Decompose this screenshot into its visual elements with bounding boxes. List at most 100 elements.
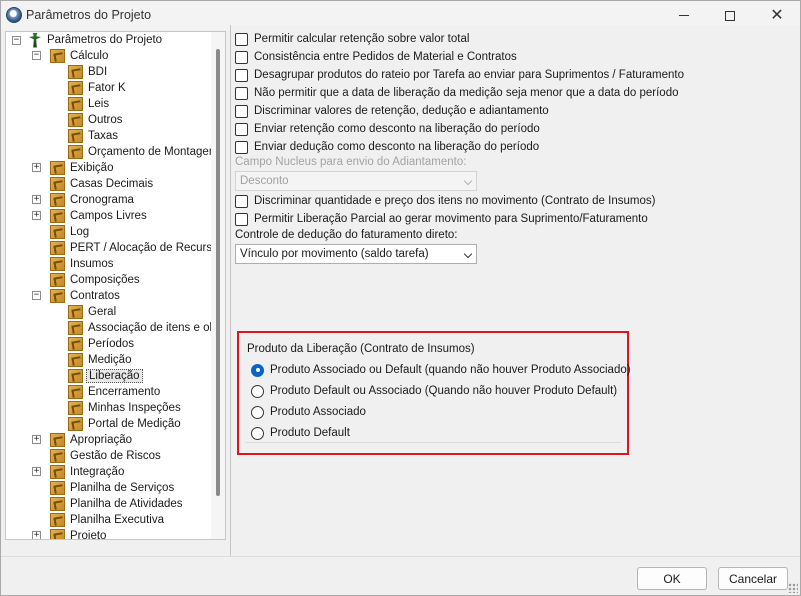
expand-icon[interactable]: + bbox=[32, 211, 41, 220]
tree-item-label: Cálculo bbox=[70, 50, 109, 62]
expand-icon[interactable]: + bbox=[32, 435, 41, 444]
parameter-folder-icon bbox=[50, 497, 65, 511]
tree-item-label: Orçamento de Montagem bbox=[88, 146, 219, 158]
tree-vertical-scrollbar[interactable] bbox=[211, 32, 225, 539]
tree-item[interactable]: PERT / Alocação de Recursos bbox=[50, 240, 225, 256]
checkbox[interactable] bbox=[235, 68, 248, 82]
checkbox[interactable] bbox=[235, 194, 248, 208]
ok-button[interactable]: OK bbox=[637, 567, 707, 590]
tree-item[interactable]: Composições bbox=[50, 272, 142, 288]
parameter-folder-icon bbox=[50, 209, 65, 223]
tree-item[interactable]: Minhas Inspeções bbox=[68, 400, 183, 416]
collapse-icon[interactable]: − bbox=[12, 35, 21, 45]
tree-item[interactable]: BDI bbox=[68, 64, 109, 80]
parameter-folder-icon bbox=[68, 81, 83, 95]
liberacao-settings-panel: Permitir calcular retenção sobre valor t… bbox=[230, 25, 800, 556]
parameter-folder-icon bbox=[50, 289, 65, 303]
expand-icon[interactable]: + bbox=[32, 163, 41, 172]
scrollbar-thumb[interactable] bbox=[216, 49, 220, 496]
option-enviar-deducao[interactable]: Enviar dedução como desconto na liberaçã… bbox=[235, 139, 539, 155]
tree-item[interactable]: Fator K bbox=[68, 80, 128, 96]
parameter-folder-icon bbox=[68, 417, 83, 431]
tree-item[interactable]: + Cronograma bbox=[32, 192, 136, 208]
parameter-folder-icon bbox=[50, 481, 65, 495]
tree-item[interactable]: Períodos bbox=[68, 336, 136, 352]
tree-item[interactable]: Orçamento de Montagem bbox=[68, 144, 220, 160]
tree-item[interactable]: Liberação bbox=[68, 368, 143, 384]
tree-item[interactable]: Associação de itens e ob bbox=[68, 320, 218, 336]
option-discriminar-valores[interactable]: Discriminar valores de retenção, dedução… bbox=[235, 103, 549, 119]
checkbox[interactable] bbox=[235, 140, 248, 154]
checkbox[interactable] bbox=[235, 212, 248, 226]
tree-item-label: Outros bbox=[88, 114, 123, 126]
tree-item[interactable]: Portal de Medição bbox=[68, 416, 183, 432]
chevron-down-icon bbox=[463, 176, 473, 186]
tree-item[interactable]: Planilha de Serviços bbox=[50, 480, 176, 496]
tree-item[interactable]: + Exibição bbox=[32, 160, 115, 176]
collapse-icon[interactable]: − bbox=[32, 291, 41, 300]
tree-item-label: Exibição bbox=[70, 162, 114, 174]
tree-item-label: BDI bbox=[88, 66, 108, 78]
expand-icon[interactable]: + bbox=[32, 195, 41, 204]
radio-associado-ou-default[interactable]: Produto Associado ou Default (quando não… bbox=[251, 361, 631, 379]
tree-item-label: Projeto bbox=[70, 530, 107, 540]
tree-item[interactable]: − Contratos bbox=[32, 288, 122, 304]
option-discriminar-quantidade[interactable]: Discriminar quantidade e preço dos itens… bbox=[235, 193, 655, 209]
checkbox[interactable] bbox=[235, 32, 248, 46]
tree-root[interactable]: − Parâmetros do Projeto bbox=[12, 32, 164, 48]
tree-item[interactable]: Log bbox=[50, 224, 91, 240]
tree-item[interactable]: + Projeto bbox=[32, 528, 108, 540]
checkbox[interactable] bbox=[235, 86, 248, 100]
produto-liberacao-highlight: Produto da Liberação (Contrato de Insumo… bbox=[237, 331, 631, 455]
parameters-tree[interactable]: − Parâmetros do Projeto − Cálculo BDI Fator… bbox=[5, 31, 226, 540]
option-data-liberacao[interactable]: Não permitir que a data de liberação da … bbox=[235, 85, 679, 101]
tree-item[interactable]: Insumos bbox=[50, 256, 115, 272]
expand-icon[interactable]: + bbox=[32, 531, 41, 539]
parameter-folder-icon bbox=[68, 97, 83, 111]
controle-deducao-label: Controle de dedução do faturamento diret… bbox=[235, 229, 458, 241]
checkbox[interactable] bbox=[235, 50, 248, 64]
checkbox[interactable] bbox=[235, 104, 248, 118]
tree-item[interactable]: + Apropriação bbox=[32, 432, 134, 448]
option-consistencia-pedidos[interactable]: Consistência entre Pedidos de Material e… bbox=[235, 49, 517, 65]
tree-item-label: Composições bbox=[70, 274, 140, 286]
radio-produto-default[interactable]: Produto Default bbox=[251, 424, 350, 442]
resize-grip-icon[interactable] bbox=[788, 583, 798, 593]
cancel-button[interactable]: Cancelar bbox=[718, 567, 788, 590]
tree-item[interactable]: Planilha Executiva bbox=[50, 512, 166, 528]
tree-item[interactable]: Outros bbox=[68, 112, 125, 128]
radio-button[interactable] bbox=[251, 426, 264, 440]
tree-item[interactable]: Casas Decimais bbox=[50, 176, 155, 192]
radio-produto-associado[interactable]: Produto Associado bbox=[251, 403, 366, 421]
tree-item[interactable]: Gestão de Riscos bbox=[50, 448, 163, 464]
tree-item[interactable]: + Integração bbox=[32, 464, 126, 480]
tree-item[interactable]: Leis bbox=[68, 96, 111, 112]
parameter-folder-icon bbox=[50, 513, 65, 527]
maximize-icon bbox=[725, 10, 735, 21]
radio-button[interactable] bbox=[251, 384, 264, 398]
collapse-icon[interactable]: − bbox=[32, 51, 41, 60]
controle-deducao-select[interactable]: Vínculo por movimento (saldo tarefa) bbox=[235, 244, 477, 264]
option-liberacao-parcial[interactable]: Permitir Liberação Parcial ao gerar movi… bbox=[235, 211, 648, 227]
option-enviar-retencao[interactable]: Enviar retenção como desconto na liberaç… bbox=[235, 121, 540, 137]
radio-default-ou-associado[interactable]: Produto Default ou Associado (Quando não… bbox=[251, 382, 617, 400]
tree-item-label: Integração bbox=[70, 466, 125, 478]
tree-item[interactable]: − Cálculo bbox=[32, 48, 110, 64]
option-desagrupar-produtos[interactable]: Desagrupar produtos do rateio por Tarefa… bbox=[235, 67, 684, 83]
expand-icon[interactable]: + bbox=[32, 467, 41, 476]
parameter-folder-icon bbox=[68, 337, 83, 351]
radio-button-selected[interactable] bbox=[251, 363, 264, 377]
checkbox[interactable] bbox=[235, 122, 248, 136]
tree-item[interactable]: Planilha de Atividades bbox=[50, 496, 185, 512]
tree-item-label: PERT / Alocação de Recursos bbox=[70, 242, 225, 254]
tree-item[interactable]: Medição bbox=[68, 352, 133, 368]
tree-item[interactable]: + Campos Livres bbox=[32, 208, 149, 224]
tree-item[interactable]: Geral bbox=[68, 304, 118, 320]
radio-button[interactable] bbox=[251, 405, 264, 419]
tree-item-label: Taxas bbox=[88, 130, 119, 142]
tree-item-label: Associação de itens e ob bbox=[88, 322, 216, 334]
tree-item[interactable]: Taxas bbox=[68, 128, 120, 144]
tree-item[interactable]: Encerramento bbox=[68, 384, 162, 400]
parameter-folder-icon bbox=[68, 321, 83, 335]
option-calcular-retencao[interactable]: Permitir calcular retenção sobre valor t… bbox=[235, 31, 469, 47]
